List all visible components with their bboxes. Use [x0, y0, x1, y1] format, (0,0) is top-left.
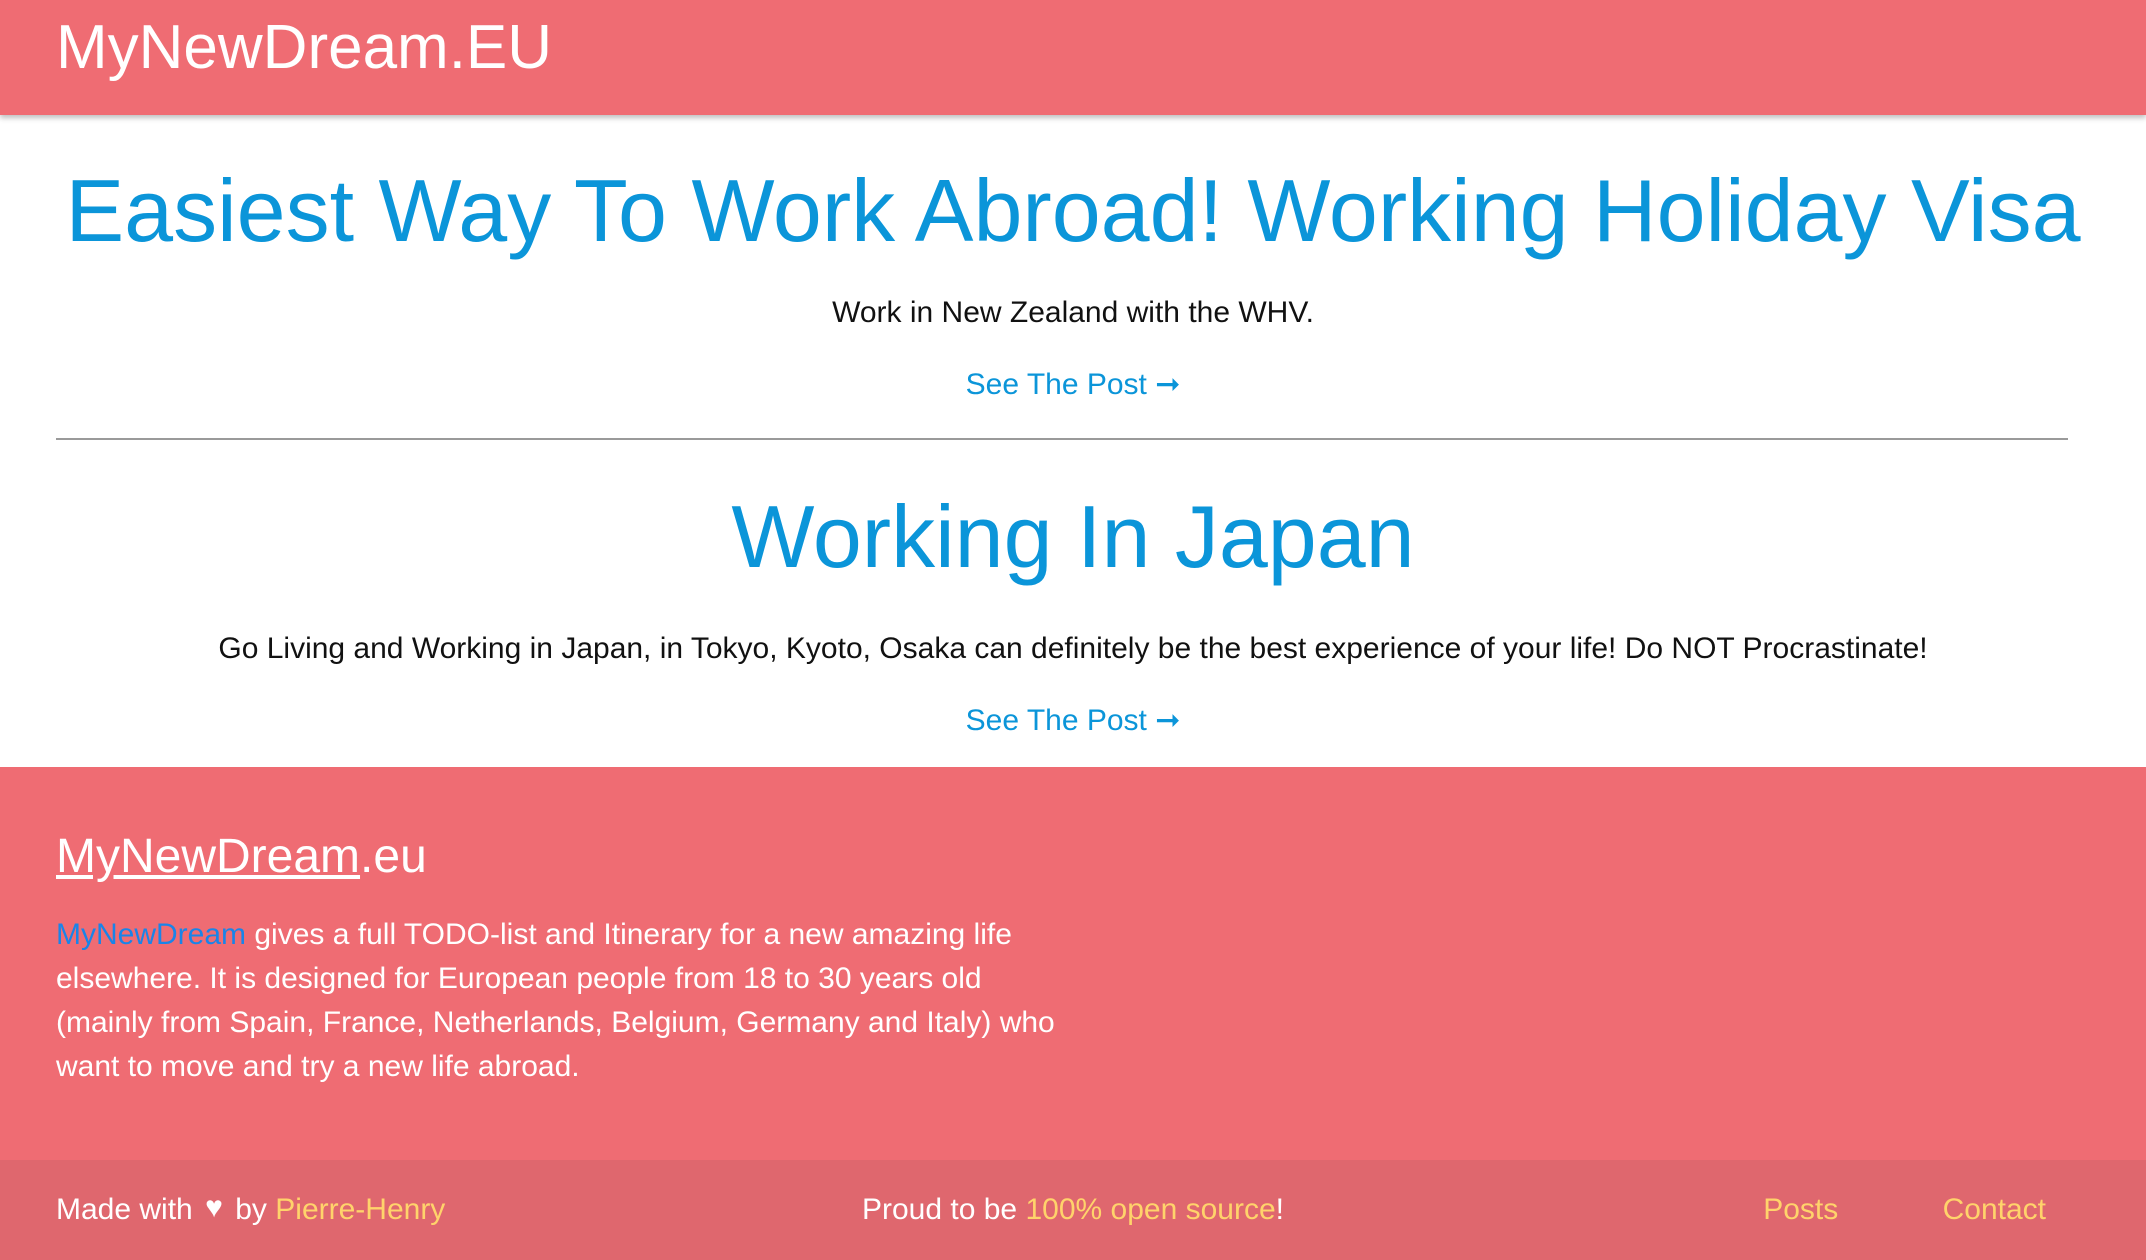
footer-nav-contact[interactable]: Contact	[1943, 1193, 2046, 1226]
post-title[interactable]: Easiest Way To Work Abroad! Working Holi…	[0, 161, 2146, 261]
post-excerpt: Work in New Zealand with the WHV.	[832, 296, 1314, 329]
see-post-link[interactable]: See The Post ➞	[966, 365, 1181, 405]
footer-brand: MyNewDream.eu	[56, 829, 427, 885]
site-footer: MyNewDream.eu MyNewDream gives a full TO…	[0, 767, 2146, 1260]
post-item: Easiest Way To Work Abroad! Working Holi…	[0, 161, 2146, 405]
footer-nav-posts[interactable]: Posts	[1763, 1193, 1838, 1226]
site-title-link[interactable]: MyNewDream.EU	[56, 12, 552, 84]
post-excerpt: Go Living and Working in Japan, in Tokyo…	[218, 632, 1928, 665]
post-item: Working In Japan Go Living and Working i…	[0, 487, 2146, 741]
site-header: MyNewDream.EU	[0, 0, 2146, 115]
footer-brand-suffix: .eu	[360, 830, 427, 883]
open-source-suffix: !	[1275, 1193, 1284, 1226]
footer-brand-link[interactable]: MyNewDream	[56, 830, 360, 883]
post-title[interactable]: Working In Japan	[0, 487, 2146, 587]
see-post-link[interactable]: See The Post ➞	[966, 701, 1181, 741]
open-source-link[interactable]: 100% open source	[1025, 1193, 1275, 1226]
open-source-prefix: Proud to be	[862, 1193, 1026, 1226]
footer-description: MyNewDream gives a full TODO-list and It…	[56, 913, 1056, 1089]
post-divider	[56, 438, 2068, 440]
footer-nav: Posts Contact	[1763, 1190, 2046, 1230]
post-list: Easiest Way To Work Abroad! Working Holi…	[0, 115, 2146, 767]
footer-bar: Made with ♥ by Pierre-Henry Proud to be …	[0, 1160, 2146, 1260]
footer-description-link[interactable]: MyNewDream	[56, 918, 246, 951]
